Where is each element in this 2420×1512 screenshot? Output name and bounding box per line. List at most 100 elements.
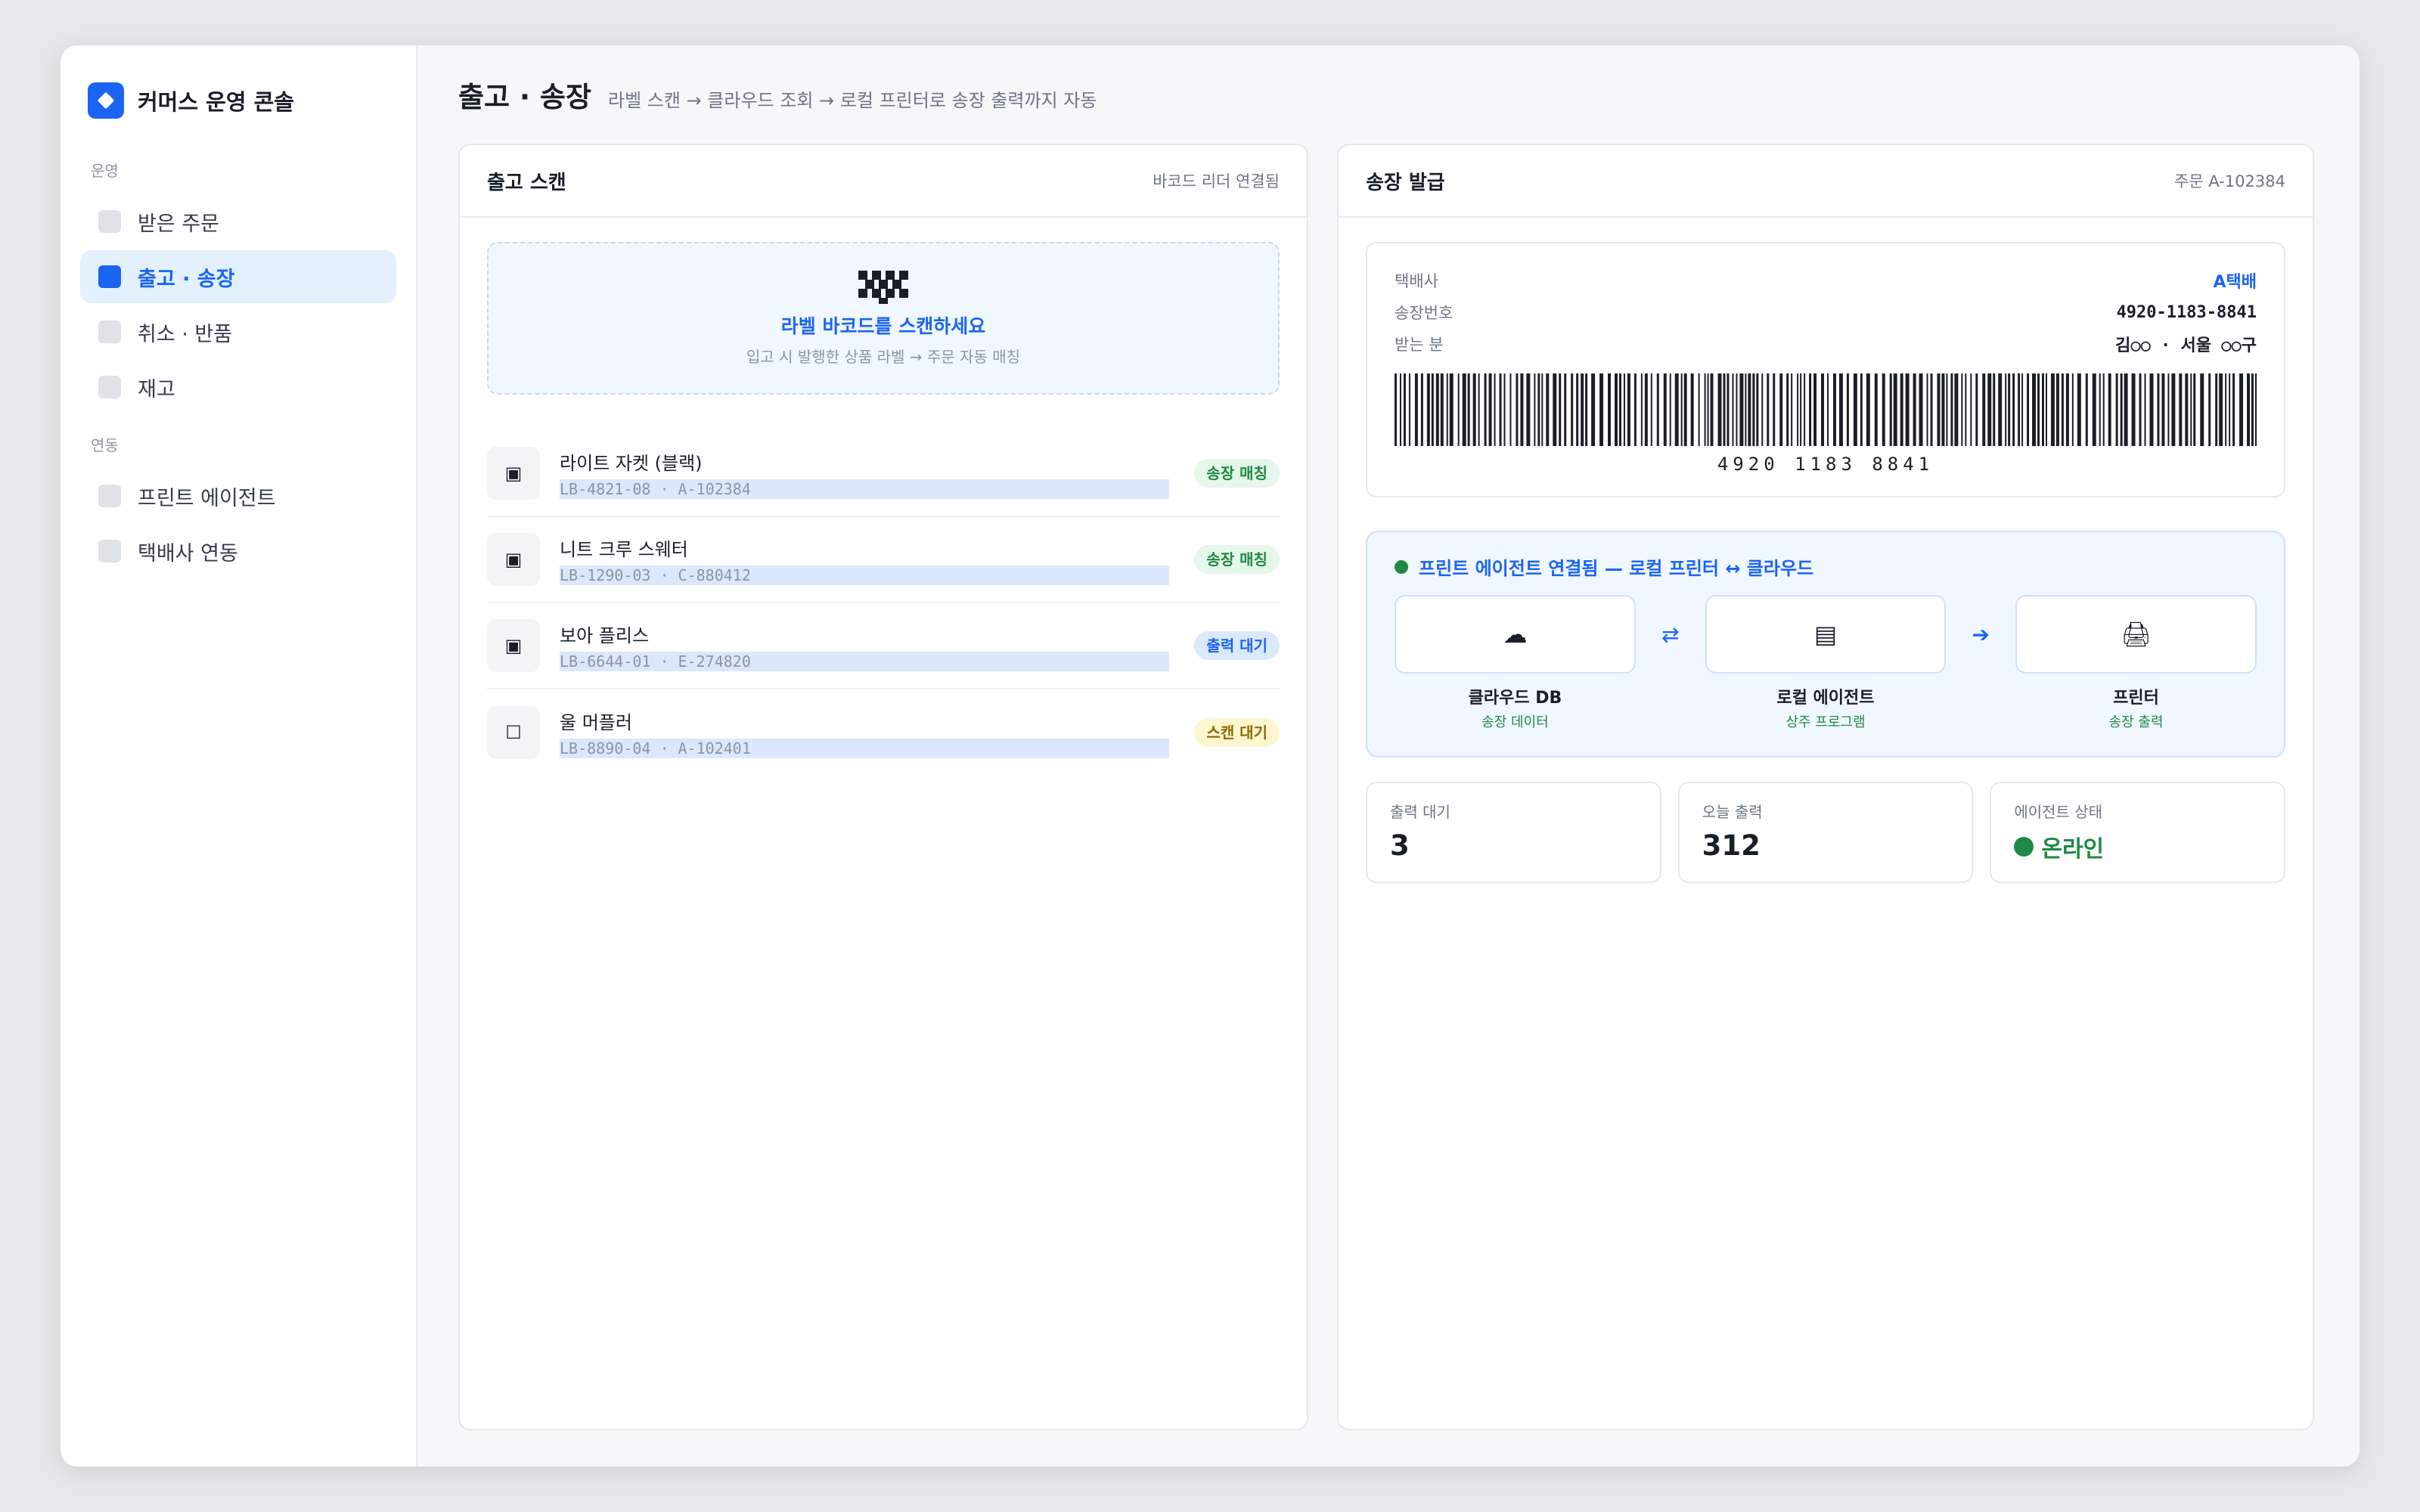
sidebar-item-returns[interactable]: 취소 · 반품 — [80, 305, 396, 358]
barcode-bar — [1937, 373, 1941, 446]
node-name: 로컬 에이전트 — [1776, 689, 1875, 708]
barcode-bar — [1462, 373, 1466, 446]
barcode-bar — [1736, 373, 1738, 446]
barcode-bar — [1707, 373, 1709, 446]
barcode-bar — [2055, 373, 2059, 446]
barcode-bar — [2157, 373, 2160, 446]
barcode-bar — [2099, 373, 2101, 446]
sidebar-item-shipping[interactable]: 출고 · 송장 — [80, 250, 396, 303]
sidebar-item-orders[interactable]: 받은 주문 — [80, 195, 396, 248]
item-name: 라이트 자켓 (블랙) — [560, 452, 703, 474]
barcode-bar — [1752, 373, 1755, 446]
barcode-bar — [1449, 373, 1454, 446]
stat-label: 출력 대기 — [1390, 803, 1450, 821]
carrier-row: 택배사 A택배 — [1395, 265, 2257, 296]
barcode-bar — [2219, 373, 2223, 446]
recipient-label: 받는 분 — [1395, 336, 1444, 354]
barcode-bar — [1599, 373, 1604, 446]
sync-arrow-icon: ⇄ — [1661, 621, 1680, 647]
item-code: LB-4821-08 · A-102384 — [560, 479, 1169, 499]
barcode-bar — [2092, 373, 2096, 446]
barcode-bar — [1732, 373, 1734, 446]
barcode-scan-icon — [858, 270, 908, 304]
package-icon: ▣ — [487, 447, 540, 500]
package-icon: ▣ — [487, 619, 540, 672]
app-logo-icon — [88, 82, 124, 119]
barcode-bar — [1403, 373, 1406, 446]
barcode-bar — [1889, 373, 1892, 446]
barcode-bar — [2179, 373, 2183, 446]
stat-pending: 출력 대기 3 — [1366, 782, 1661, 883]
sidebar-item-inventory[interactable]: 재고 — [80, 361, 396, 414]
right-arrow-icon: ➔ — [1972, 621, 1990, 647]
barcode-bar — [1435, 373, 1439, 446]
barcode-bar — [2200, 373, 2204, 446]
barcode-bar — [2124, 373, 2128, 446]
status-badge: 송장 매칭 — [1194, 459, 1280, 488]
barcode-image — [1395, 373, 2257, 446]
shipping-icon — [98, 265, 121, 288]
sidebar-item-label: 받은 주문 — [138, 212, 219, 236]
barcode-bar — [1846, 373, 1849, 446]
barcode-bar — [2185, 373, 2189, 446]
agent-status-text: 프린트 에이전트 연결됨 — 로컬 프린터 ↔ 클라우드 — [1419, 558, 1814, 579]
item-body: 니트 크루 스웨터 LB-1290-03 · C-880412 — [560, 534, 1194, 585]
barcode-bar — [1756, 373, 1759, 446]
barcode-bar — [1800, 373, 1802, 446]
barcode-bar — [1553, 373, 1557, 446]
barcode-bar — [2085, 373, 2088, 446]
barcode-bar — [1739, 373, 1744, 446]
list-item[interactable]: ▣ 보아 플리스 LB-6644-01 · E-274820 출력 대기 — [487, 603, 1280, 689]
page-header: 출고 · 송장 라벨 스캔 → 클라우드 조회 → 로컬 프린터로 송장 출력까… — [458, 74, 2320, 119]
barcode-bar — [1494, 373, 1496, 446]
list-item[interactable]: ☐ 울 머플러 LB-8890-04 · A-102401 스캔 대기 — [487, 689, 1280, 776]
stat-agent: 에이전트 상태 온라인 — [1990, 782, 2286, 883]
barcode-bar — [2045, 373, 2047, 446]
scan-prompt-hint: 입고 시 발행한 상품 라벨 → 주문 자동 매칭 — [746, 347, 1021, 366]
barcode-bar — [2144, 373, 2146, 446]
barcode-bar — [1786, 373, 1789, 446]
barcode-bar — [1683, 373, 1687, 446]
item-body: 라이트 자켓 (블랙) LB-4821-08 · A-102384 — [560, 448, 1194, 499]
barcode-bar — [2037, 373, 2040, 446]
scan-panel: 출고 스캔 바코드 리더 연결됨 라벨 바코드를 스캔하세요 입고 시 발행한 … — [458, 144, 1308, 1430]
scan-dropzone[interactable]: 라벨 바코드를 스캔하세요 입고 시 발행한 상품 라벨 → 주문 자동 매칭 — [487, 242, 1280, 395]
recipient-row: 받는 분 김○○ · 서울 ○○구 — [1395, 328, 2257, 360]
barcode-bar — [2208, 373, 2211, 446]
stat-label: 오늘 출력 — [1702, 803, 1763, 821]
barcode-bar — [1797, 373, 1799, 446]
barcode-bar — [1446, 373, 1448, 446]
agent-icon: ▤ — [1705, 595, 1947, 674]
nav-section-operations: 운영 — [91, 162, 119, 180]
barcode-bar — [1926, 373, 1928, 446]
barcode-bar — [1838, 373, 1843, 446]
item-name: 울 머플러 — [560, 711, 632, 733]
barcode-bar — [1993, 373, 1996, 446]
barcode-bar — [1930, 373, 1933, 446]
barcode-bar — [1650, 373, 1652, 446]
barcode-bar — [1919, 373, 1923, 446]
reader-status: 바코드 리더 연결됨 — [1153, 172, 1280, 191]
barcode-bar — [1614, 373, 1618, 446]
sidebar-item-carrier[interactable]: 택배사 연동 — [80, 525, 396, 578]
barcode-bar — [1634, 373, 1637, 446]
order-id: 주문 A-102384 — [2174, 172, 2285, 191]
barcode-bar — [2225, 373, 2227, 446]
sidebar-item-label: 출고 · 송장 — [138, 267, 235, 291]
list-item[interactable]: ▣ 라이트 자켓 (블랙) LB-4821-08 · A-102384 송장 매… — [487, 431, 1280, 517]
barcode-bar — [2255, 373, 2257, 446]
sidebar-item-print-agent[interactable]: 프린트 에이전트 — [80, 469, 396, 522]
barcode-bar — [2149, 373, 2154, 446]
barcode-bar — [1478, 373, 1480, 446]
package-icon: ▣ — [487, 533, 540, 586]
barcode-bar — [1541, 373, 1544, 446]
tracking-row: 송장번호 4920-1183-8841 — [1395, 296, 2257, 328]
list-item[interactable]: ▣ 니트 크루 스웨터 LB-1290-03 · C-880412 송장 매칭 — [487, 517, 1280, 603]
barcode-bar — [2021, 373, 2024, 446]
barcode-bar — [2131, 373, 2136, 446]
barcode-bar — [1440, 373, 1444, 446]
status-badge: 출력 대기 — [1194, 631, 1280, 660]
barcode-bar — [2167, 373, 2170, 446]
brand: 커머스 운영 콘솔 — [80, 79, 396, 122]
barcode-bar — [1690, 373, 1694, 446]
